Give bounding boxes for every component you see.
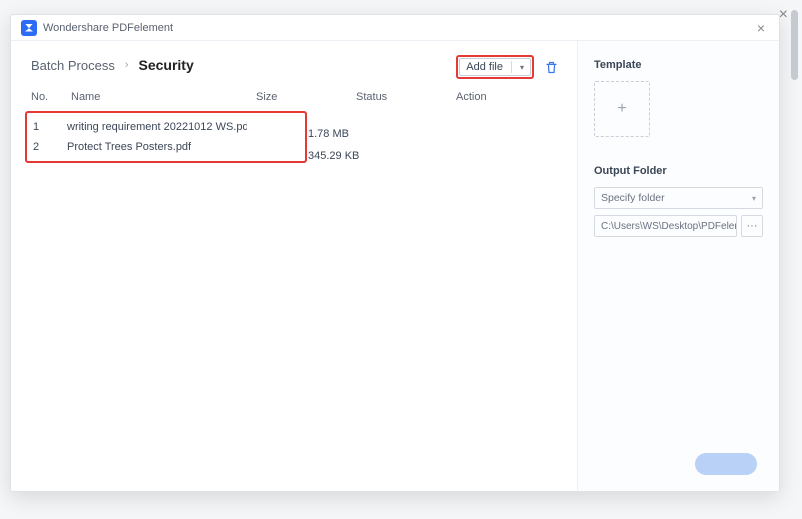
table-header: No. Name Size Status Action — [31, 87, 557, 111]
row-size: 1.78 MB — [308, 123, 359, 145]
output-folder-label: Output Folder — [594, 165, 763, 177]
output-path-text: C:\Users\WS\Desktop\PDFelement\Sec — [601, 221, 737, 232]
row-name: Protect Trees Posters.pdf — [67, 141, 247, 153]
row-name: writing requirement 20221012 WS.pdf — [67, 121, 247, 133]
app-title: Wondershare PDFelement — [43, 22, 753, 34]
template-label: Template — [594, 59, 763, 71]
side-panel: Template + Output Folder Specify folder … — [577, 41, 779, 491]
col-action: Action — [456, 91, 516, 103]
rows-highlight: 1 writing requirement 20221012 WS.pdf 2 … — [25, 111, 307, 163]
row-no: 1 — [31, 121, 67, 133]
browse-button[interactable]: ··· — [741, 215, 763, 237]
col-name: Name — [71, 91, 256, 103]
add-file-button[interactable]: Add file ▾ — [459, 58, 531, 76]
add-file-label: Add file — [466, 61, 503, 73]
batch-modal: Wondershare PDFelement × Batch Process ›… — [10, 14, 780, 492]
add-file-highlight: Add file ▾ — [456, 55, 534, 79]
clear-list-icon[interactable] — [544, 60, 559, 75]
apply-button[interactable] — [695, 453, 757, 475]
output-folder-select[interactable]: Specify folder ▾ — [594, 187, 763, 209]
row-size: 345.29 KB — [308, 145, 359, 167]
chevron-down-icon: ▾ — [752, 194, 756, 203]
col-status: Status — [356, 91, 456, 103]
table-row[interactable]: 1 writing requirement 20221012 WS.pdf — [31, 117, 301, 137]
divider — [511, 61, 512, 73]
breadcrumb-current: Security — [139, 57, 194, 73]
breadcrumb-parent[interactable]: Batch Process — [31, 58, 115, 73]
chevron-down-icon[interactable]: ▾ — [520, 63, 524, 72]
file-table: No. Name Size Status Action 1 writing re… — [31, 87, 557, 163]
col-size: Size — [256, 91, 356, 103]
table-row[interactable]: 2 Protect Trees Posters.pdf — [31, 137, 301, 157]
size-values: 1.78 MB 345.29 KB — [308, 123, 359, 167]
toolbar: Add file ▾ — [456, 55, 559, 79]
add-template-button[interactable]: + — [594, 81, 650, 137]
scrollbar[interactable] — [791, 10, 798, 80]
app-logo-icon — [21, 20, 37, 36]
main-panel: Batch Process › Security Add file ▾ — [11, 41, 577, 491]
titlebar: Wondershare PDFelement × — [11, 15, 779, 41]
output-path-field[interactable]: C:\Users\WS\Desktop\PDFelement\Sec — [594, 215, 737, 237]
col-no: No. — [31, 91, 71, 103]
specify-folder-label: Specify folder — [601, 192, 665, 204]
chevron-right-icon: › — [125, 59, 129, 71]
outer-close-icon[interactable]: × — [779, 6, 788, 24]
row-no: 2 — [31, 141, 67, 153]
close-icon[interactable]: × — [753, 20, 769, 36]
